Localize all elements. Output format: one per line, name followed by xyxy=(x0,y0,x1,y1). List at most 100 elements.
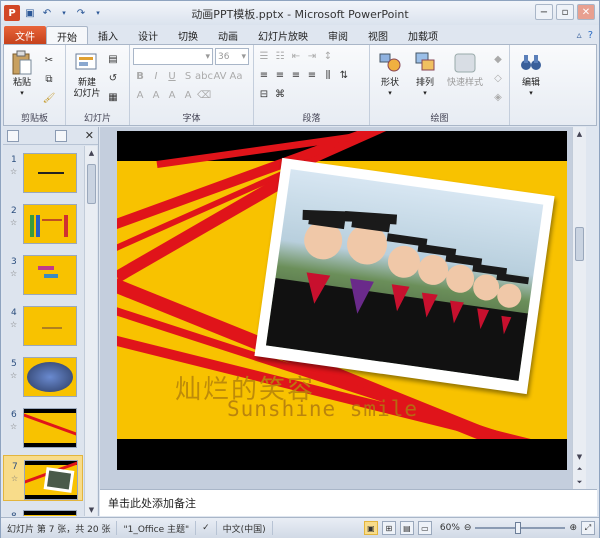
copy-icon[interactable]: ⧉ xyxy=(41,71,57,87)
close-button[interactable]: ✕ xyxy=(577,4,595,20)
font-name-combo[interactable]: ▾ xyxy=(133,48,213,65)
bold-icon[interactable]: B xyxy=(133,68,147,84)
text-direction-icon[interactable]: ⇅ xyxy=(337,67,351,83)
char-spacing-icon[interactable]: AV xyxy=(213,68,227,84)
help-icon[interactable]: ? xyxy=(588,30,593,41)
minimize-ribbon-icon[interactable]: ▵ xyxy=(577,30,582,41)
highlight-icon[interactable]: A xyxy=(149,87,163,103)
slide-canvas[interactable]: 灿烂的笑容 Sunshine smile xyxy=(117,131,567,470)
redo-icon[interactable]: ↷ xyxy=(74,6,88,20)
paste-button[interactable]: 粘贴 ▾ xyxy=(7,48,37,106)
tab-transitions[interactable]: 切换 xyxy=(168,26,208,45)
slide-thumbnail[interactable]: 5 ☆ xyxy=(3,353,83,399)
theme-status[interactable]: "1_Office 主题" xyxy=(117,521,197,535)
thumbnail-scrollbar[interactable]: ▲ ▼ xyxy=(84,146,97,516)
align-right-icon[interactable]: ≡ xyxy=(289,67,303,83)
tab-insert[interactable]: 插入 xyxy=(88,26,128,45)
cut-icon[interactable]: ✂ xyxy=(41,52,57,68)
clear-format-icon[interactable]: ⌫ xyxy=(197,87,211,103)
zoom-out-icon[interactable]: ⊖ xyxy=(464,523,472,533)
paste-dropdown-icon[interactable]: ▾ xyxy=(20,89,24,97)
numbering-icon[interactable]: ☷ xyxy=(273,48,287,64)
undo-icon[interactable]: ↶ xyxy=(40,6,54,20)
zoom-slider[interactable] xyxy=(475,522,566,534)
section-icon[interactable]: ▦ xyxy=(105,89,121,105)
tab-slideshow[interactable]: 幻灯片放映 xyxy=(248,26,318,45)
increase-indent-icon[interactable]: ⇥ xyxy=(305,48,319,64)
smartart-icon[interactable]: ⌘ xyxy=(273,86,287,102)
spell-check-icon[interactable]: ✓ xyxy=(196,521,217,535)
strikethrough-icon[interactable]: S xyxy=(181,68,195,84)
zoom-level[interactable]: 60% xyxy=(440,523,460,533)
tab-design[interactable]: 设计 xyxy=(128,26,168,45)
slide-thumbnail[interactable]: 4 ☆ xyxy=(3,302,83,348)
italic-icon[interactable]: I xyxy=(149,68,163,84)
font-color-icon[interactable]: A xyxy=(133,87,147,103)
reset-icon[interactable]: ↺ xyxy=(105,70,121,86)
fit-to-window-icon[interactable]: ⤢ xyxy=(581,521,595,535)
reading-view-icon[interactable]: ▤ xyxy=(399,521,414,535)
maximize-button[interactable]: ▫ xyxy=(556,4,574,20)
scrollbar-thumb[interactable] xyxy=(87,164,96,204)
slide-thumbnail[interactable]: 3 ☆ xyxy=(3,251,83,297)
columns-icon[interactable]: ⫼ xyxy=(321,67,335,83)
align-text-icon[interactable]: ⊟ xyxy=(257,86,271,102)
close-panel-icon[interactable]: ✕ xyxy=(85,129,94,142)
bullets-icon[interactable]: ☰ xyxy=(257,48,271,64)
layout-icon[interactable]: ▤ xyxy=(105,51,121,67)
language-status[interactable]: 中文(中国) xyxy=(217,521,273,535)
font-size-combo[interactable]: 36 ▾ xyxy=(215,48,249,65)
next-slide-icon[interactable]: ⏷ xyxy=(573,476,586,489)
save-icon[interactable]: ▣ xyxy=(23,6,37,20)
align-center-icon[interactable]: ≡ xyxy=(273,67,287,83)
outline-tab-icon[interactable] xyxy=(55,129,67,142)
zoom-slider-knob[interactable] xyxy=(515,522,522,534)
scroll-up-icon[interactable]: ▲ xyxy=(85,146,98,159)
previous-slide-icon[interactable]: ⏶ xyxy=(573,463,586,476)
tab-view[interactable]: 视图 xyxy=(358,26,398,45)
shape-outline-icon[interactable]: ◇ xyxy=(490,70,506,86)
editing-button[interactable]: 编辑 ▾ xyxy=(513,48,549,97)
notes-pane[interactable]: 单击此处添加备注 xyxy=(100,489,597,516)
normal-view-icon[interactable]: ▣ xyxy=(363,521,378,535)
grow-font-icon[interactable]: A xyxy=(165,87,179,103)
tab-home[interactable]: 开始 xyxy=(46,26,88,45)
slide-sorter-icon[interactable]: ⊞ xyxy=(381,521,396,535)
slide-thumbnail[interactable]: 8 xyxy=(3,506,83,516)
slides-tab-icon[interactable] xyxy=(7,129,19,142)
align-left-icon[interactable]: ≡ xyxy=(257,67,271,83)
customize-qat-icon[interactable]: ▾ xyxy=(91,6,105,20)
justify-icon[interactable]: ≡ xyxy=(305,67,319,83)
powerpoint-app-icon[interactable]: P xyxy=(4,5,20,21)
decrease-indent-icon[interactable]: ⇤ xyxy=(289,48,303,64)
tab-file[interactable]: 文件 xyxy=(4,26,46,45)
line-spacing-icon[interactable]: ↕ xyxy=(321,48,335,64)
scrollbar-thumb[interactable] xyxy=(575,227,584,261)
slide-thumbnail[interactable]: 2 ☆ xyxy=(3,200,83,246)
photo-frame[interactable] xyxy=(254,157,555,395)
scroll-down-icon[interactable]: ▼ xyxy=(85,503,98,516)
scroll-down-icon[interactable]: ▼ xyxy=(573,450,586,463)
slide-thumbnail[interactable]: 6 ☆ xyxy=(3,404,83,450)
dropdown-icon[interactable]: ▾ xyxy=(57,6,71,20)
zoom-in-icon[interactable]: ⊕ xyxy=(569,523,577,533)
slide-title-english[interactable]: Sunshine smile xyxy=(227,397,418,421)
format-painter-icon[interactable]: 🖌 xyxy=(41,90,57,106)
slideshow-view-icon[interactable]: ▭ xyxy=(417,521,432,535)
shape-effects-icon[interactable]: ◈ xyxy=(490,89,506,105)
tab-review[interactable]: 审阅 xyxy=(318,26,358,45)
new-slide-button[interactable]: 新建 幻灯片 xyxy=(69,48,105,105)
shapes-button[interactable]: 形状 ▾ xyxy=(373,48,407,105)
tab-addins[interactable]: 加载项 xyxy=(398,26,448,45)
shrink-font-icon[interactable]: A xyxy=(181,87,195,103)
quick-styles-button[interactable]: 快速样式 xyxy=(443,48,487,105)
shape-fill-icon[interactable]: ◆ xyxy=(490,51,506,67)
arrange-button[interactable]: 排列 ▾ xyxy=(410,48,440,105)
shadow-icon[interactable]: abc xyxy=(195,68,213,84)
minimize-button[interactable]: − xyxy=(535,4,553,20)
tab-animations[interactable]: 动画 xyxy=(208,26,248,45)
underline-icon[interactable]: U xyxy=(165,68,179,84)
slide-thumbnail-selected[interactable]: 7 ☆ xyxy=(3,455,83,501)
slide-scrollbar[interactable]: ▲ ▼ ⏶ ⏷ xyxy=(572,127,586,489)
change-case-icon[interactable]: Aa xyxy=(229,68,243,84)
